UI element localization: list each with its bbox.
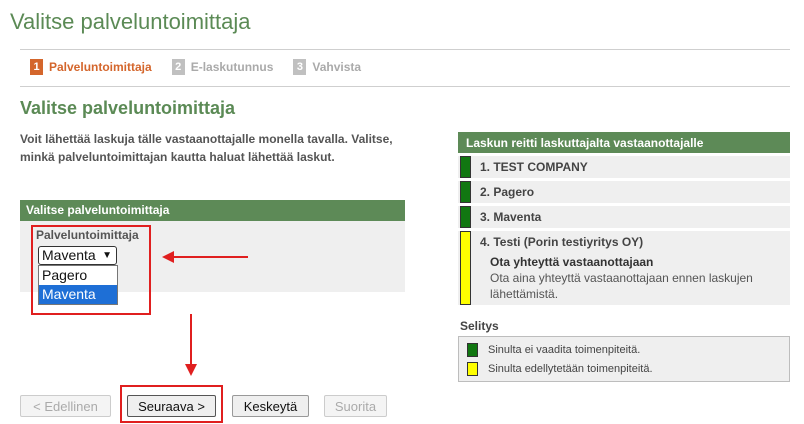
step-label: Palveluntoimittaja [49, 60, 152, 74]
step-number: 2 [171, 59, 185, 75]
next-button[interactable]: Seuraava > [127, 395, 216, 417]
status-green-marker [467, 343, 478, 357]
intro-text: Voit lähettää laskuja tälle vastaanottaj… [20, 132, 393, 164]
status-green-marker [460, 156, 471, 178]
route-item-name: 2. Pagero [480, 185, 535, 199]
legend-item-green: Sinulta ei vaadita toimenpiteitä. [467, 343, 640, 357]
status-green-marker [460, 181, 471, 203]
step-vahvista: 3 Vahvista [293, 59, 361, 75]
step-number: 3 [293, 59, 307, 75]
wizard-steps: 1 Palveluntoimittaja 2 E-laskutunnus 3 V… [30, 59, 381, 75]
cancel-button[interactable]: Keskeytä [232, 395, 309, 417]
annotation-arrow-down-icon [185, 364, 197, 376]
route-item: 1. TEST COMPANY [458, 156, 790, 178]
annotation-arrow-line [172, 256, 248, 258]
divider [20, 86, 790, 87]
route-item: 3. Maventa [458, 206, 790, 228]
page-title: Valitse palveluntoimittaja [10, 9, 251, 34]
annotation-arrow-line [190, 314, 192, 366]
action-description: Ota aina yhteyttä vastaanottajaan ennen … [490, 271, 753, 301]
legend-text: Sinulta edellytetään toimenpiteitä. [488, 363, 653, 375]
step-label: E-laskutunnus [190, 60, 274, 74]
step-palveluntoimittaja: 1 Palveluntoimittaja [30, 59, 152, 75]
action-title: Ota yhteyttä vastaanottajaan [490, 255, 654, 269]
route-item-name: 3. Maventa [480, 210, 542, 224]
legend-item-yellow: Sinulta edellytetään toimenpiteitä. [467, 362, 653, 376]
step-label: Vahvista [312, 60, 362, 74]
step-e-laskutunnus: 2 E-laskutunnus [171, 59, 274, 75]
finish-button[interactable]: Suorita [324, 395, 387, 417]
route-item-name: 1. TEST COMPANY [480, 160, 588, 174]
status-yellow-marker [460, 231, 471, 305]
annotation-highlight-select [31, 225, 151, 315]
route-header: Laskun reitti laskuttajalta vastaanottaj… [458, 132, 790, 153]
legend: Sinulta ei vaadita toimenpiteitä. Sinult… [458, 336, 790, 382]
status-green-marker [460, 206, 471, 228]
divider [20, 49, 790, 50]
route-item: 4. Testi (Porin testiyritys OY) Ota yhte… [458, 231, 790, 305]
step-number: 1 [30, 59, 43, 75]
invoice-route-panel: Laskun reitti laskuttajalta vastaanottaj… [458, 132, 790, 305]
panel-header: Valitse palveluntoimittaja [20, 200, 405, 221]
legend-text: Sinulta ei vaadita toimenpiteitä. [488, 344, 641, 356]
status-yellow-marker [467, 362, 478, 376]
section-title: Valitse palveluntoimittaja [20, 98, 236, 118]
route-item: 2. Pagero [458, 181, 790, 203]
previous-button[interactable]: < Edellinen [20, 395, 111, 417]
legend-title: Selitys [460, 319, 499, 333]
route-item-name: 4. Testi (Porin testiyritys OY) [480, 235, 644, 249]
